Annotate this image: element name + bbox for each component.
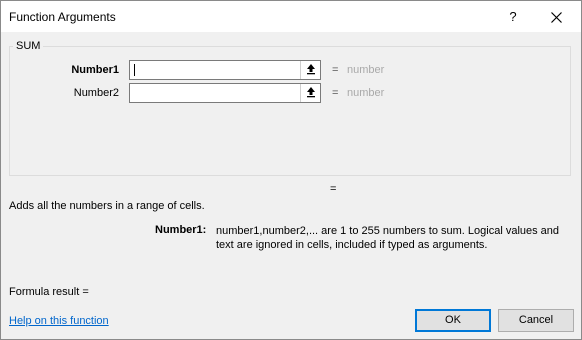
function-arguments-dialog: Function Arguments ? SUM Number1 = numbe… bbox=[0, 0, 582, 340]
text-caret bbox=[134, 64, 135, 76]
number1-ref-button[interactable] bbox=[300, 61, 320, 79]
number1-input[interactable] bbox=[129, 60, 321, 80]
number1-result-hint: number bbox=[347, 64, 385, 76]
number2-result-hint: number bbox=[347, 87, 385, 99]
number2-label: Number2 bbox=[73, 87, 119, 99]
help-button[interactable]: ? bbox=[503, 7, 523, 27]
number2-ref-button[interactable] bbox=[300, 84, 320, 102]
title-bar: Function Arguments ? bbox=[1, 1, 581, 32]
formula-result: Formula result = bbox=[9, 286, 89, 298]
argument-detail-label: Number1: bbox=[155, 224, 207, 236]
number1-equals: = bbox=[332, 64, 339, 76]
close-button[interactable] bbox=[544, 7, 568, 27]
number1-label: Number1 bbox=[71, 64, 119, 76]
collapse-dialog-icon bbox=[306, 64, 315, 75]
function-result-equals: = bbox=[330, 183, 337, 195]
ok-button[interactable]: OK bbox=[415, 309, 491, 332]
collapse-dialog-icon bbox=[306, 87, 315, 98]
cancel-button[interactable]: Cancel bbox=[498, 309, 574, 332]
close-icon bbox=[550, 11, 562, 23]
window-title: Function Arguments bbox=[9, 10, 116, 24]
argument-detail-text: number1,number2,... are 1 to 255 numbers… bbox=[216, 225, 560, 251]
number2-input[interactable] bbox=[129, 83, 321, 103]
number2-equals: = bbox=[332, 87, 339, 99]
function-description: Adds all the numbers in a range of cells… bbox=[9, 200, 205, 212]
help-on-function-link[interactable]: Help on this function bbox=[9, 315, 109, 327]
function-name: SUM bbox=[13, 40, 44, 52]
